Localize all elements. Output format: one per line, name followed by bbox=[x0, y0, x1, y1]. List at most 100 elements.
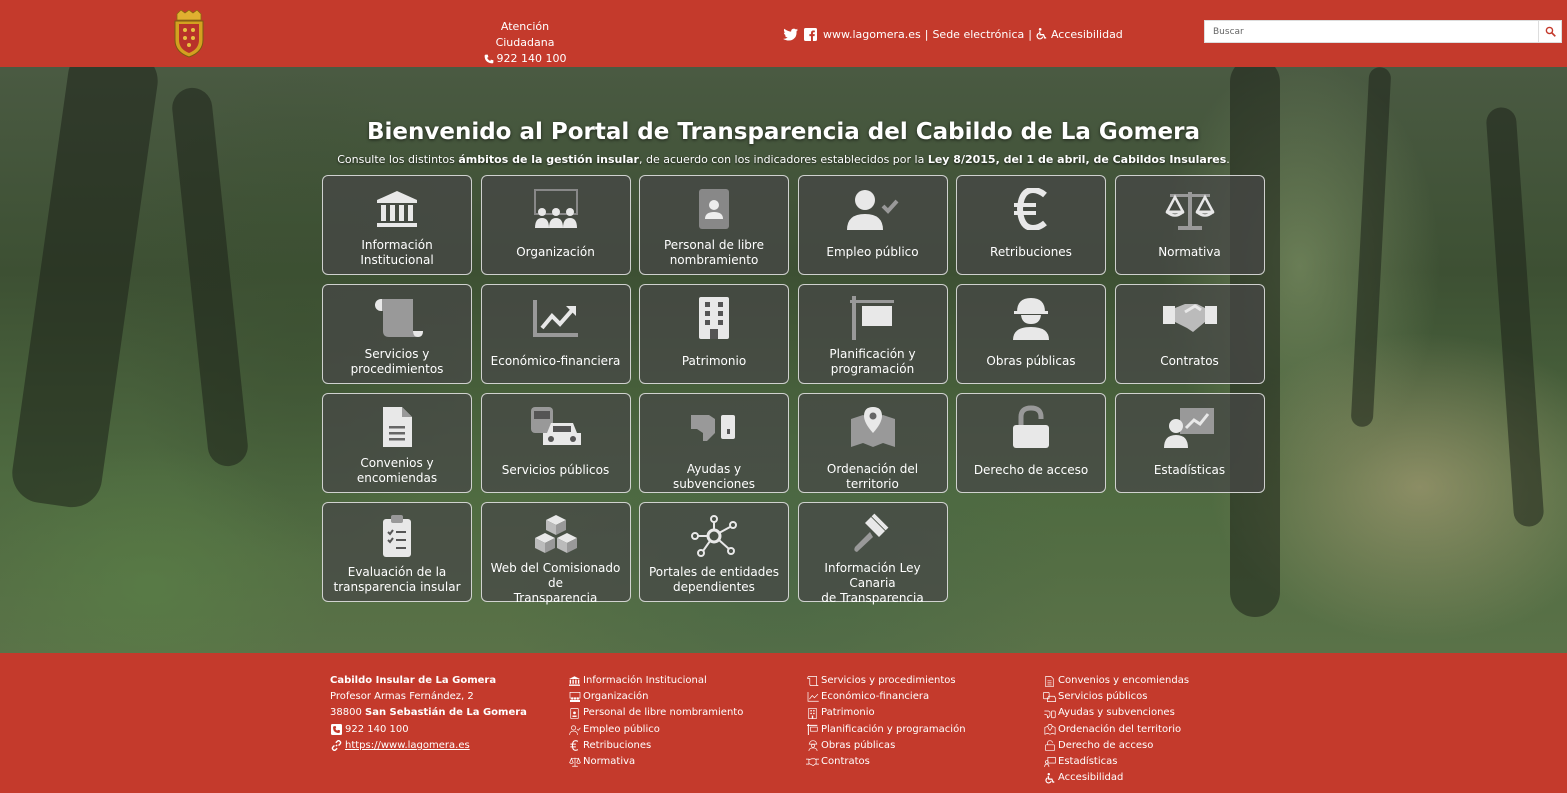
atencion-phone-row[interactable]: 922 140 100 bbox=[470, 51, 580, 67]
tile-normativa[interactable]: Normativa bbox=[1114, 175, 1265, 275]
tile-servicios-procedimientos[interactable]: Servicios y procedimientos bbox=[322, 284, 472, 384]
footer-link-informacion-institucional[interactable]: Información Institucional bbox=[568, 673, 743, 689]
tile-informacion-institucional[interactable]: Información Institucional bbox=[322, 175, 472, 275]
handshake-icon bbox=[806, 756, 819, 768]
map-pin-icon bbox=[1043, 724, 1056, 736]
footer-link-normativa[interactable]: Normativa bbox=[568, 754, 743, 770]
tile-ley-canaria-transparencia[interactable]: Información Ley Canaria de Transparencia bbox=[797, 502, 948, 605]
accesibilidad-link[interactable]: Accesibilidad bbox=[1036, 28, 1123, 41]
footer-link-organizacion[interactable]: Organización bbox=[568, 689, 743, 705]
tile-personal-libre-nombramiento[interactable]: Personal de libre nombramiento bbox=[639, 175, 789, 275]
hero-subtitle: Consulte los distintos ámbitos de la ges… bbox=[337, 153, 1230, 166]
tile-contratos[interactable]: Contratos bbox=[1114, 284, 1265, 384]
footer-links-col-1: Información Institucional Organización P… bbox=[568, 673, 743, 770]
footer-link-derecho-acceso[interactable]: Derecho de acceso bbox=[1043, 738, 1189, 754]
id-badge-icon bbox=[686, 186, 742, 232]
footer-street: Profesor Armas Fernández, 2 bbox=[330, 691, 474, 703]
lock-open-icon bbox=[1043, 740, 1056, 752]
tile-patrimonio[interactable]: Patrimonio bbox=[639, 284, 789, 384]
footer-link-accesibilidad[interactable]: Accesibilidad bbox=[1043, 770, 1189, 786]
nav-separator: | bbox=[1028, 27, 1032, 41]
footer-link-planificacion-programacion[interactable]: Planificación y programación bbox=[806, 722, 966, 738]
tile-empleo-publico[interactable]: Empleo público bbox=[797, 175, 948, 275]
scale-balanced-icon bbox=[1162, 186, 1218, 232]
tile-estadisticas[interactable]: Estadísticas bbox=[1114, 393, 1265, 493]
atencion-ciudadana: Atención Ciudadana 922 140 100 bbox=[470, 19, 580, 67]
id-badge-icon bbox=[568, 708, 581, 720]
footer-phone-row[interactable]: 922 140 100 bbox=[330, 722, 527, 738]
helmet-worker-icon bbox=[1003, 295, 1059, 341]
search-button[interactable] bbox=[1538, 20, 1562, 43]
footer-link-servicios-procedimientos[interactable]: Servicios y procedimientos bbox=[806, 673, 966, 689]
facebook-icon[interactable] bbox=[804, 27, 817, 41]
search-input[interactable] bbox=[1204, 20, 1538, 43]
scroll-icon bbox=[806, 675, 819, 687]
tile-portales-entidades[interactable]: Portales de entidades dependientes bbox=[639, 502, 789, 602]
footer-link-empleo-publico[interactable]: Empleo público bbox=[568, 722, 743, 738]
footer-link-ayudas-subvenciones[interactable]: Ayudas y subvenciones bbox=[1043, 705, 1189, 721]
tile-retribuciones[interactable]: Retribuciones bbox=[956, 175, 1106, 275]
cabildo-coat-of-arms-logo[interactable] bbox=[172, 9, 206, 58]
tile-derecho-acceso[interactable]: Derecho de acceso bbox=[956, 393, 1106, 493]
hand-coin-icon bbox=[686, 404, 742, 449]
people-group-icon bbox=[528, 186, 584, 232]
sign-icon bbox=[806, 724, 819, 736]
sede-electronica-link[interactable]: Sede electrónica bbox=[932, 28, 1024, 41]
people-group-icon bbox=[568, 691, 581, 703]
helmet-worker-icon bbox=[806, 740, 819, 752]
tile-web-comisionado[interactable]: Web del Comisionado de Transparencia bbox=[480, 502, 631, 605]
bus-car-icon bbox=[528, 404, 584, 450]
footer-org-name: Cabildo Insular de La Gomera bbox=[330, 675, 497, 686]
transparency-areas-grid: Información Institucional Organización Pe… bbox=[322, 175, 1265, 605]
building-columns-icon bbox=[568, 675, 581, 687]
footer-link-convenios-encomiendas[interactable]: Convenios y encomiendas bbox=[1043, 673, 1189, 689]
footer-link-estadisticas[interactable]: Estadísticas bbox=[1043, 754, 1189, 770]
lock-open-icon bbox=[1003, 404, 1059, 450]
top-navigation: www.lagomera.es | Sede electrónica | Acc… bbox=[783, 25, 1123, 43]
accesibilidad-label: Accesibilidad bbox=[1050, 27, 1123, 41]
search-icon bbox=[1545, 26, 1556, 37]
tile-convenios-encomiendas[interactable]: Convenios y encomiendas bbox=[322, 393, 472, 493]
footer-link-obras-publicas[interactable]: Obras públicas bbox=[806, 738, 966, 754]
tile-organizacion[interactable]: Organización bbox=[480, 175, 631, 275]
map-pin-icon bbox=[845, 404, 901, 449]
file-lines-icon bbox=[369, 404, 425, 450]
footer-web-link[interactable]: https://www.lagomera.es bbox=[345, 738, 470, 754]
hand-coin-icon bbox=[1043, 708, 1056, 720]
footer-link-contratos[interactable]: Contratos bbox=[806, 754, 966, 770]
hero-forest-background: Bienvenido al Portal de Transparencia de… bbox=[0, 67, 1567, 653]
tile-planificacion-programacion[interactable]: Planificación y programación bbox=[797, 284, 948, 384]
footer-link-personal-libre-nombramiento[interactable]: Personal de libre nombramiento bbox=[568, 705, 743, 721]
footer-link-servicios-publicos[interactable]: Servicios públicos bbox=[1043, 689, 1189, 705]
footer-link-retribuciones[interactable]: Retribuciones bbox=[568, 738, 743, 754]
scroll-icon bbox=[369, 295, 425, 341]
tile-economico-financiera[interactable]: Económico-financiera bbox=[480, 284, 631, 384]
twitter-icon[interactable] bbox=[783, 28, 798, 41]
tile-ayudas-subvenciones[interactable]: Ayudas y subvenciones bbox=[639, 393, 789, 493]
chalkboard-user-icon bbox=[1043, 756, 1056, 768]
footer-city: San Sebastián de La Gomera bbox=[365, 707, 527, 719]
search-box bbox=[1204, 20, 1562, 43]
wheelchair-icon bbox=[1043, 772, 1056, 784]
tile-evaluacion-transparencia[interactable]: Evaluación de la transparencia insular bbox=[322, 502, 472, 602]
footer-link-economico-financiera[interactable]: Económico-financiera bbox=[806, 689, 966, 705]
building-icon bbox=[806, 708, 819, 720]
chalkboard-user-icon bbox=[1162, 404, 1218, 450]
footer-web-row[interactable]: https://www.lagomera.es bbox=[330, 738, 527, 754]
handshake-icon bbox=[1162, 295, 1218, 341]
network-icon bbox=[686, 513, 742, 559]
footer-link-patrimonio[interactable]: Patrimonio bbox=[806, 705, 966, 721]
tile-ordenacion-territorio[interactable]: Ordenación del territorio bbox=[797, 393, 948, 493]
building-columns-icon bbox=[369, 186, 425, 232]
tile-obras-publicas[interactable]: Obras públicas bbox=[956, 284, 1106, 384]
wheelchair-icon bbox=[1036, 28, 1047, 40]
tile-servicios-publicos[interactable]: Servicios públicos bbox=[480, 393, 631, 493]
chart-line-icon bbox=[528, 295, 584, 341]
lagomera-site-link[interactable]: www.lagomera.es bbox=[823, 28, 921, 41]
user-check-icon bbox=[845, 186, 901, 232]
phone-icon bbox=[484, 54, 494, 64]
bus-car-icon bbox=[1043, 691, 1056, 703]
atencion-phone: 922 140 100 bbox=[496, 52, 567, 65]
footer-link-ordenacion-territorio[interactable]: Ordenación del territorio bbox=[1043, 722, 1189, 738]
euro-icon bbox=[568, 740, 581, 752]
